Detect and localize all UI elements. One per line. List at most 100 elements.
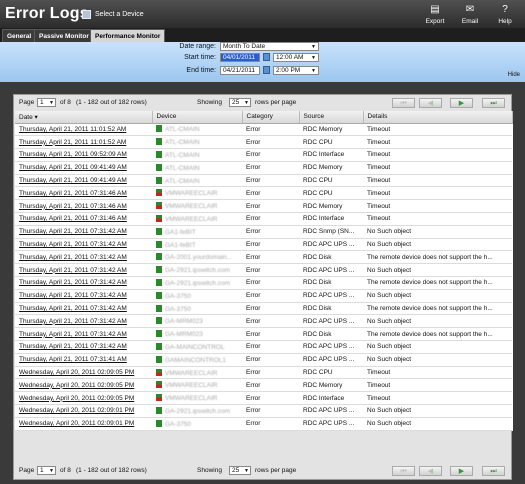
row-date[interactable]: Thursday, April 21, 2011 07:31:46 AM bbox=[15, 199, 152, 214]
row-device: GA-MRM023 bbox=[152, 327, 242, 342]
row-category: Error bbox=[242, 238, 299, 252]
table-row[interactable]: Thursday, April 21, 2011 07:31:42 AM GA-3… bbox=[15, 289, 512, 303]
tab-passive-monitor[interactable]: Passive Monitor bbox=[34, 29, 94, 42]
device-status-icon bbox=[156, 291, 162, 299]
page-select[interactable]: 1 ▼ bbox=[37, 98, 56, 107]
tab-performance-monitor[interactable]: Performance Monitor bbox=[90, 29, 166, 42]
row-date[interactable]: Thursday, April 21, 2011 09:41:49 AM bbox=[15, 161, 152, 175]
table-row[interactable]: Thursday, April 21, 2011 07:31:42 AM GA1-… bbox=[15, 225, 512, 239]
last-page-button[interactable]: ⏭ bbox=[482, 98, 505, 108]
row-category: Error bbox=[242, 135, 299, 150]
row-date[interactable]: Thursday, April 21, 2011 09:41:49 AM bbox=[15, 174, 152, 188]
rows-per-page-select[interactable]: 25 ▼ bbox=[229, 98, 251, 107]
row-date[interactable]: Thursday, April 21, 2011 07:31:42 AM bbox=[15, 238, 152, 252]
row-category: Error bbox=[242, 366, 299, 380]
row-details: Timeout bbox=[363, 161, 512, 175]
export-button[interactable]: ▤ Export bbox=[420, 3, 450, 28]
email-icon: ✉ bbox=[465, 4, 475, 15]
date-range-select[interactable]: Month To Date ▼ bbox=[220, 42, 319, 51]
row-date[interactable]: Wednesday, April 20, 2011 02:09:05 PM bbox=[15, 366, 152, 380]
row-date[interactable]: Thursday, April 21, 2011 07:31:46 AM bbox=[15, 186, 152, 201]
table-row[interactable]: Wednesday, April 20, 2011 02:09:01 PM GA-… bbox=[15, 417, 512, 431]
row-category: Error bbox=[242, 302, 299, 316]
table-row[interactable]: Wednesday, April 20, 2011 02:09:05 PM VMW… bbox=[15, 391, 512, 406]
row-source: RDC APC UPS ... bbox=[299, 417, 363, 431]
row-category: Error bbox=[242, 250, 299, 265]
row-date[interactable]: Thursday, April 21, 2011 07:31:41 AM bbox=[15, 353, 152, 367]
prev-page-button[interactable]: ◀ bbox=[419, 98, 442, 108]
row-date[interactable]: Thursday, April 21, 2011 07:31:42 AM bbox=[15, 263, 152, 278]
next-page-button[interactable]: ▶ bbox=[450, 98, 473, 108]
table-row[interactable]: Wednesday, April 20, 2011 02:09:05 PM VMW… bbox=[15, 378, 512, 393]
row-date[interactable]: Thursday, April 21, 2011 11:01:52 AM bbox=[15, 123, 152, 137]
last-page-button[interactable]: ⏭ bbox=[482, 466, 505, 476]
column-category[interactable]: Category bbox=[242, 111, 300, 124]
first-page-button[interactable]: ⏮ bbox=[392, 98, 415, 108]
column-details[interactable]: Details bbox=[363, 111, 513, 124]
device-status-icon bbox=[156, 125, 162, 133]
table-row[interactable]: Thursday, April 21, 2011 09:52:09 AM ATL-… bbox=[15, 148, 512, 162]
table-row[interactable]: Thursday, April 21, 2011 07:31:42 AM GA1-… bbox=[15, 238, 512, 252]
table-row[interactable]: Thursday, April 21, 2011 09:41:49 AM ATL-… bbox=[15, 174, 512, 188]
prev-page-button[interactable]: ◀ bbox=[419, 466, 442, 476]
row-category: Error bbox=[242, 199, 299, 214]
table-row[interactable]: Thursday, April 21, 2011 07:31:42 AM GA-M… bbox=[15, 314, 512, 329]
row-date[interactable]: Wednesday, April 20, 2011 02:09:01 PM bbox=[15, 404, 152, 418]
end-time-select[interactable]: 2:00 PM ▼ bbox=[273, 66, 319, 75]
row-date[interactable]: Thursday, April 21, 2011 07:31:42 AM bbox=[15, 276, 152, 290]
table-row[interactable]: Thursday, April 21, 2011 09:41:49 AM ATL-… bbox=[15, 161, 512, 175]
row-date[interactable]: Thursday, April 21, 2011 07:31:42 AM bbox=[15, 250, 152, 265]
rows-per-page-select[interactable]: 25 ▼ bbox=[229, 466, 251, 475]
row-date[interactable]: Thursday, April 21, 2011 07:31:42 AM bbox=[15, 314, 152, 329]
help-button[interactable]: ? Help bbox=[490, 3, 520, 28]
table-row[interactable]: Thursday, April 21, 2011 07:31:42 AM GA-M… bbox=[15, 327, 512, 342]
table-row[interactable]: Thursday, April 21, 2011 07:31:42 AM GA-M… bbox=[15, 340, 512, 354]
table-row[interactable]: Thursday, April 21, 2011 11:01:52 AM ATL-… bbox=[15, 135, 512, 150]
table-row[interactable]: Thursday, April 21, 2011 07:31:42 AM GA-2… bbox=[15, 263, 512, 278]
email-button[interactable]: ✉ Email bbox=[455, 3, 485, 28]
tab-general[interactable]: General bbox=[2, 29, 37, 42]
row-date[interactable]: Thursday, April 21, 2011 07:31:42 AM bbox=[15, 225, 152, 239]
row-date[interactable]: Thursday, April 21, 2011 07:31:46 AM bbox=[15, 212, 152, 226]
row-date[interactable]: Wednesday, April 20, 2011 02:09:01 PM bbox=[15, 417, 152, 431]
row-device: ATL-CMAIN bbox=[152, 135, 242, 150]
table-row[interactable]: Wednesday, April 20, 2011 02:09:01 PM GA-… bbox=[15, 404, 512, 418]
calendar-icon[interactable] bbox=[263, 53, 270, 61]
row-details: No Such object bbox=[363, 417, 512, 431]
select-device-button[interactable]: Select a Device bbox=[82, 8, 144, 20]
row-date[interactable]: Wednesday, April 20, 2011 02:09:05 PM bbox=[15, 378, 152, 393]
row-device-name: ATL-CMAIN bbox=[165, 139, 200, 147]
table-row[interactable]: Thursday, April 21, 2011 11:01:52 AM ATL-… bbox=[15, 123, 512, 137]
table-row[interactable]: Thursday, April 21, 2011 07:31:46 AM VMWA… bbox=[15, 186, 512, 201]
row-date[interactable]: Thursday, April 21, 2011 11:01:52 AM bbox=[15, 135, 152, 150]
hide-filter-link[interactable]: Hide bbox=[508, 72, 520, 78]
chevron-down-icon: ▼ bbox=[311, 44, 316, 50]
row-date[interactable]: Thursday, April 21, 2011 07:31:42 AM bbox=[15, 302, 152, 316]
table-row[interactable]: Thursday, April 21, 2011 07:31:46 AM VMWA… bbox=[15, 212, 512, 226]
column-device[interactable]: Device bbox=[152, 111, 243, 124]
end-date-input[interactable]: 04/21/2011 bbox=[220, 66, 260, 75]
chevron-down-icon: ▼ bbox=[49, 100, 54, 106]
device-status-icon bbox=[156, 253, 162, 261]
row-date[interactable]: Thursday, April 21, 2011 07:31:42 AM bbox=[15, 289, 152, 303]
row-date[interactable]: Wednesday, April 20, 2011 02:09:05 PM bbox=[15, 391, 152, 406]
table-row[interactable]: Thursday, April 21, 2011 07:31:42 AM GA-2… bbox=[15, 250, 512, 265]
table-row[interactable]: Thursday, April 21, 2011 07:31:42 AM GA-2… bbox=[15, 276, 512, 290]
start-time-select[interactable]: 12:00 AM ▼ bbox=[273, 53, 319, 62]
next-page-button[interactable]: ▶ bbox=[450, 466, 473, 476]
row-date[interactable]: Thursday, April 21, 2011 07:31:42 AM bbox=[15, 327, 152, 342]
start-date-input[interactable]: 04/01/2011 bbox=[220, 53, 260, 62]
row-date[interactable]: Thursday, April 21, 2011 09:52:09 AM bbox=[15, 148, 152, 162]
column-source[interactable]: Source bbox=[299, 111, 364, 124]
device-status-icon bbox=[156, 368, 162, 376]
row-date[interactable]: Thursday, April 21, 2011 07:31:42 AM bbox=[15, 340, 152, 354]
table-row[interactable]: Wednesday, April 20, 2011 02:09:05 PM VMW… bbox=[15, 366, 512, 380]
date-range-label: Date range: bbox=[179, 43, 216, 50]
table-row[interactable]: Thursday, April 21, 2011 07:31:41 AM GAMA… bbox=[15, 353, 512, 367]
first-page-button[interactable]: ⏮ bbox=[392, 466, 415, 476]
calendar-icon[interactable] bbox=[263, 66, 270, 74]
table-row[interactable]: Thursday, April 21, 2011 07:31:42 AM GA-3… bbox=[15, 302, 512, 316]
table-row[interactable]: Thursday, April 21, 2011 07:31:46 AM VMWA… bbox=[15, 199, 512, 214]
page-select[interactable]: 1 ▼ bbox=[37, 466, 56, 475]
column-date[interactable]: Date ▾ bbox=[15, 111, 153, 124]
